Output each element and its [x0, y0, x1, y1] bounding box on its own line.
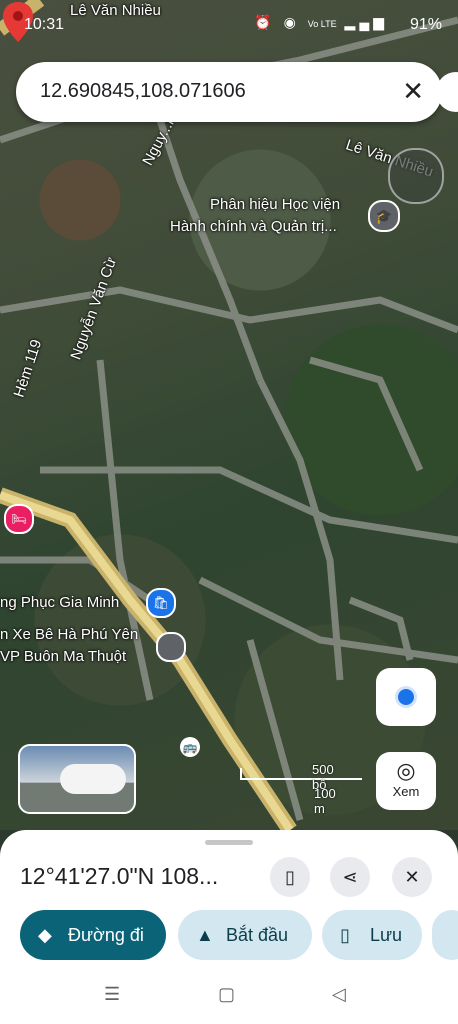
scale-metric: 100 m: [314, 786, 336, 816]
save-button[interactable]: ▯ Lưu: [322, 910, 422, 960]
street-view-thumbnail[interactable]: [18, 744, 136, 814]
camera-icon: ◎: [396, 758, 416, 783]
place-pin-icon[interactable]: [156, 632, 186, 662]
close-sheet-button[interactable]: ✕: [392, 857, 432, 897]
status-time: 10:31: [24, 16, 65, 33]
academy-pin-icon[interactable]: 🎓: [368, 200, 400, 232]
navigation-arrow-icon: ▲: [196, 925, 214, 945]
recent-apps-icon[interactable]: ☰: [104, 984, 120, 1005]
close-icon[interactable]: ✕: [402, 76, 424, 107]
bookmark-icon: ▯: [340, 925, 350, 945]
academy-photo-icon[interactable]: [388, 148, 444, 204]
more-actions-chip[interactable]: [432, 910, 458, 960]
share-icon: ⋖: [342, 867, 358, 887]
status-bar: 10:31 ⏰ ◉ Vo LTE ▂▄▆ 91%: [0, 0, 458, 50]
poi-car-name[interactable]: n Xe Bê Hà Phú Yên: [0, 626, 138, 643]
poi-shop-name[interactable]: ng Phục Gia Minh: [0, 594, 119, 611]
my-location-icon: [398, 689, 414, 705]
bookmark-icon: ▯: [285, 867, 295, 887]
directions-button[interactable]: ◆ Đường đi: [20, 910, 166, 960]
my-location-button[interactable]: [376, 668, 436, 726]
system-nav-bar: ☰ ▢ ◁: [0, 970, 458, 1024]
battery-level: 91%: [409, 16, 442, 33]
search-query[interactable]: 12.690845,108.071606: [40, 80, 246, 103]
start-label: Bắt đầu: [226, 925, 289, 945]
hotel-pin-icon[interactable]: 🛏: [4, 504, 34, 534]
sheet-drag-handle[interactable]: [205, 840, 253, 845]
poi-academy-name[interactable]: Phân hiệu Học viện: [210, 196, 340, 213]
truck-image: [60, 764, 126, 794]
street-view-label: Xem: [392, 784, 420, 799]
save-label: Lưu: [370, 925, 403, 945]
coordinates-title: 12°41'27.0"N 108...: [20, 863, 219, 889]
bus-stop-icon[interactable]: 🚌: [180, 737, 200, 757]
search-bar[interactable]: 12.690845,108.071606 ✕: [16, 62, 442, 122]
map-view[interactable]: Lê Văn Nhiều Lê Văn Nhiều Nguy...ng Phân…: [0, 0, 458, 830]
poi-car-name-2[interactable]: VP Buôn Ma Thuột: [0, 648, 126, 665]
bookmark-button[interactable]: ▯: [270, 857, 310, 897]
shopping-pin-icon[interactable]: 🛍: [146, 588, 176, 618]
home-icon[interactable]: ▢: [218, 984, 235, 1005]
start-button[interactable]: ▲ Bắt đầu: [178, 910, 312, 960]
directions-label: Đường đi: [68, 925, 144, 945]
status-icons: ⏰ ◉ Vo LTE ▂▄▆: [254, 14, 388, 30]
share-button[interactable]: ⋖: [330, 857, 370, 897]
network-indicator: Vo LTE: [307, 19, 337, 29]
back-icon[interactable]: ◁: [332, 984, 346, 1005]
directions-icon: ◆: [38, 925, 52, 945]
poi-academy-name-2[interactable]: Hành chính và Quản trị...: [170, 218, 337, 235]
close-icon: ✕: [404, 867, 420, 887]
street-view-button[interactable]: ◎ Xem: [376, 752, 436, 810]
